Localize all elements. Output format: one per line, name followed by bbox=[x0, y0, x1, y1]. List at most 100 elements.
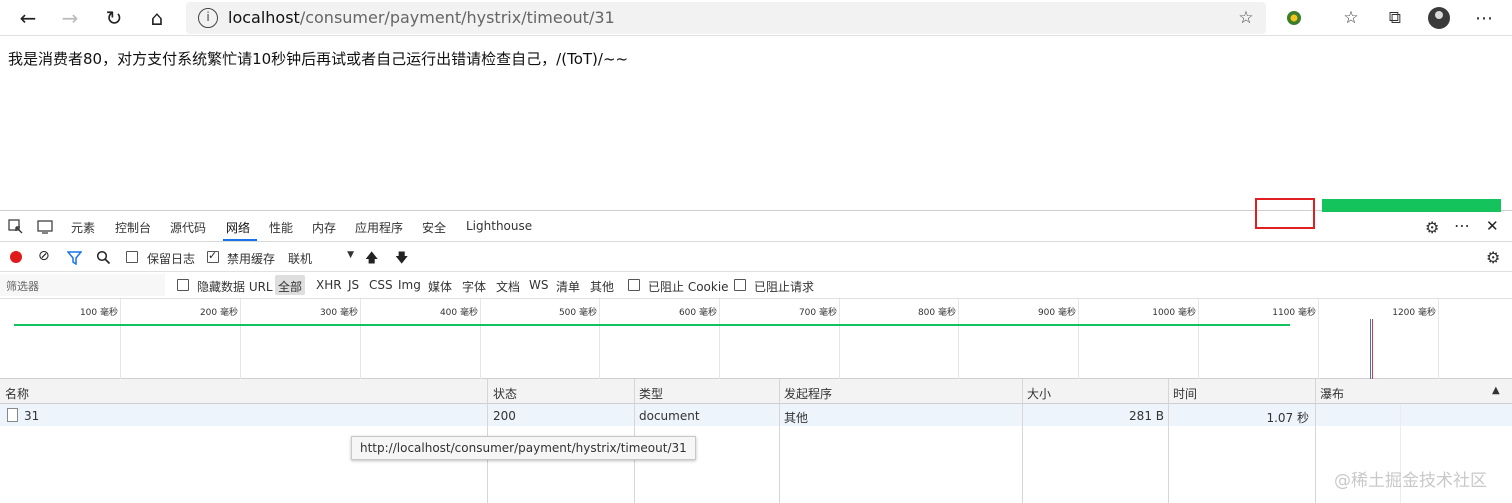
network-toolbar: ⊘ 保留日志 禁用缓存 联机 ▼ 🡅 🡇 ⚙ bbox=[0, 242, 1512, 272]
url-tooltip: http://localhost/consumer/payment/hystri… bbox=[351, 436, 696, 460]
timeline-tick-label: 900 毫秒 bbox=[1037, 308, 1076, 318]
table-row[interactable]: 31 200 document 其他 281 B 1.07 秒 bbox=[0, 404, 1512, 426]
column-header-size[interactable]: 大小 bbox=[1027, 385, 1051, 402]
profile-avatar-icon[interactable] bbox=[1425, 4, 1453, 32]
filter-type-xhr[interactable]: XHR bbox=[316, 278, 342, 292]
filter-bar: 筛选器 隐藏数据 URL 全部 XHR JS CSS Img 媒体 字体 文档 … bbox=[0, 272, 1512, 299]
column-header-initiator[interactable]: 发起程序 bbox=[784, 385, 832, 402]
extension-icon[interactable] bbox=[1280, 4, 1308, 32]
timeline-gridline bbox=[958, 299, 959, 379]
filter-type-img[interactable]: Img bbox=[398, 278, 421, 292]
page-content: 我是消费者80，对方支付系统繁忙请10秒钟后再试或者自己运行出错请检查自己，/(… bbox=[0, 36, 1512, 210]
column-divider[interactable] bbox=[1022, 379, 1023, 503]
export-har-icon[interactable]: 🡇 bbox=[395, 249, 408, 271]
network-settings-gear-icon[interactable]: ⚙ bbox=[1486, 248, 1500, 267]
tab-network[interactable]: 网络 bbox=[226, 219, 250, 236]
close-devtools-icon[interactable]: ✕ bbox=[1486, 217, 1499, 235]
column-header-type[interactable]: 类型 bbox=[639, 385, 663, 402]
import-har-icon[interactable]: 🡅 bbox=[365, 249, 378, 271]
forward-arrow-icon[interactable]: → bbox=[56, 4, 84, 32]
filter-type-doc[interactable]: 文档 bbox=[496, 278, 520, 295]
timeline-gridline bbox=[480, 299, 481, 379]
waterfall-bar[interactable] bbox=[1322, 199, 1501, 212]
tab-console[interactable]: 控制台 bbox=[115, 219, 151, 236]
search-icon[interactable] bbox=[96, 250, 111, 265]
timeline-gridline bbox=[1198, 299, 1199, 379]
chevron-down-icon: ▼ bbox=[347, 250, 354, 260]
timeline-gridline bbox=[599, 299, 600, 379]
blocked-requests-checkbox[interactable] bbox=[734, 279, 746, 291]
timeline-tick-label: 1100 毫秒 bbox=[1272, 308, 1316, 318]
tab-memory[interactable]: 内存 bbox=[312, 219, 336, 236]
inspect-element-icon[interactable] bbox=[8, 219, 24, 235]
timeline-gridline bbox=[719, 299, 720, 379]
preserve-log-label: 保留日志 bbox=[147, 252, 196, 266]
favorite-star-icon[interactable]: ☆ bbox=[1232, 4, 1260, 32]
filter-input[interactable]: 筛选器 bbox=[0, 274, 165, 296]
timeline-gridline bbox=[1078, 299, 1079, 379]
sort-ascending-icon[interactable]: ▲ bbox=[1492, 385, 1500, 396]
column-header-status[interactable]: 状态 bbox=[493, 385, 517, 402]
column-header-name[interactable]: 名称 bbox=[5, 385, 29, 402]
blocked-cookies-checkbox[interactable] bbox=[628, 279, 640, 291]
filter-type-font[interactable]: 字体 bbox=[462, 278, 486, 295]
record-icon[interactable] bbox=[10, 251, 22, 263]
filter-type-manifest[interactable]: 清单 bbox=[556, 278, 580, 295]
disable-cache-label: 禁用缓存 bbox=[227, 252, 276, 266]
tab-performance[interactable]: 性能 bbox=[269, 219, 293, 236]
home-icon[interactable]: ⌂ bbox=[143, 4, 171, 32]
table-header: 名称 状态 类型 发起程序 大小 时间 瀑布 ▲ bbox=[0, 379, 1512, 404]
filter-type-js[interactable]: JS bbox=[348, 278, 359, 292]
filter-type-ws[interactable]: WS bbox=[529, 278, 548, 292]
dom-content-loaded-marker bbox=[1370, 319, 1371, 379]
address-bar[interactable]: i localhost/consumer/payment/hystrix/tim… bbox=[186, 2, 1266, 34]
column-divider[interactable] bbox=[1168, 379, 1169, 503]
url-host: localhost bbox=[228, 8, 300, 27]
timeline-gridline bbox=[360, 299, 361, 379]
more-menu-icon[interactable]: ⋯ bbox=[1470, 4, 1498, 32]
devtools-more-icon[interactable]: ⋯ bbox=[1454, 216, 1470, 235]
preserve-log-checkbox[interactable] bbox=[126, 251, 138, 263]
timeline-tick-label: 1200 毫秒 bbox=[1392, 308, 1436, 318]
favorites-icon[interactable]: ☆ bbox=[1337, 4, 1365, 32]
blocked-requests-label: 已阻止请求 bbox=[754, 280, 815, 294]
column-divider[interactable] bbox=[779, 379, 780, 503]
timeline-gridline bbox=[120, 299, 121, 379]
clear-icon[interactable]: ⊘ bbox=[38, 249, 50, 263]
filter-type-css[interactable]: CSS bbox=[369, 278, 393, 292]
row-name[interactable]: 31 bbox=[24, 409, 39, 423]
disable-cache-checkbox[interactable] bbox=[207, 249, 219, 263]
throttle-select[interactable]: 联机 ▼ bbox=[288, 250, 356, 267]
column-divider[interactable] bbox=[1315, 379, 1316, 503]
tab-sources[interactable]: 源代码 bbox=[170, 219, 206, 236]
timeline-tick-label: 800 毫秒 bbox=[917, 308, 956, 318]
column-header-waterfall[interactable]: 瀑布 bbox=[1320, 385, 1344, 402]
timeline-tick-label: 400 毫秒 bbox=[439, 308, 478, 318]
tab-lighthouse[interactable]: Lighthouse bbox=[466, 219, 532, 233]
url-path: /consumer/payment/hystrix/timeout/31 bbox=[299, 8, 615, 27]
address-url[interactable]: localhost/consumer/payment/hystrix/timeo… bbox=[228, 8, 615, 27]
row-initiator: 其他 bbox=[784, 411, 809, 425]
timeline-tick-label: 600 毫秒 bbox=[678, 308, 717, 318]
refresh-icon[interactable]: ↻ bbox=[100, 4, 128, 32]
hide-data-urls-checkbox[interactable] bbox=[177, 279, 189, 291]
watermark: @稀土掘金技术社区 bbox=[1334, 471, 1487, 491]
network-overview-timeline[interactable]: 100 毫秒 200 毫秒 300 毫秒 400 毫秒 500 毫秒 600 毫… bbox=[0, 299, 1512, 379]
active-tab-indicator bbox=[223, 239, 257, 241]
info-icon[interactable]: i bbox=[198, 8, 218, 28]
timeline-gridline bbox=[1438, 299, 1439, 379]
device-emulation-icon[interactable] bbox=[36, 219, 54, 235]
filter-type-other[interactable]: 其他 bbox=[590, 278, 614, 295]
filter-type-media[interactable]: 媒体 bbox=[428, 278, 452, 295]
filter-placeholder: 筛选器 bbox=[6, 280, 39, 293]
tab-elements[interactable]: 元素 bbox=[71, 219, 95, 236]
settings-gear-icon[interactable]: ⚙ bbox=[1425, 218, 1439, 237]
back-arrow-icon[interactable]: ← bbox=[14, 4, 42, 32]
column-header-time[interactable]: 时间 bbox=[1173, 385, 1197, 402]
filter-type-all[interactable]: 全部 bbox=[275, 275, 306, 295]
tab-application[interactable]: 应用程序 bbox=[355, 219, 403, 236]
collections-icon[interactable]: ⧉ bbox=[1381, 4, 1409, 32]
filter-funnel-icon[interactable] bbox=[66, 250, 83, 266]
throttle-value: 联机 bbox=[288, 252, 313, 266]
tab-security[interactable]: 安全 bbox=[422, 219, 446, 236]
